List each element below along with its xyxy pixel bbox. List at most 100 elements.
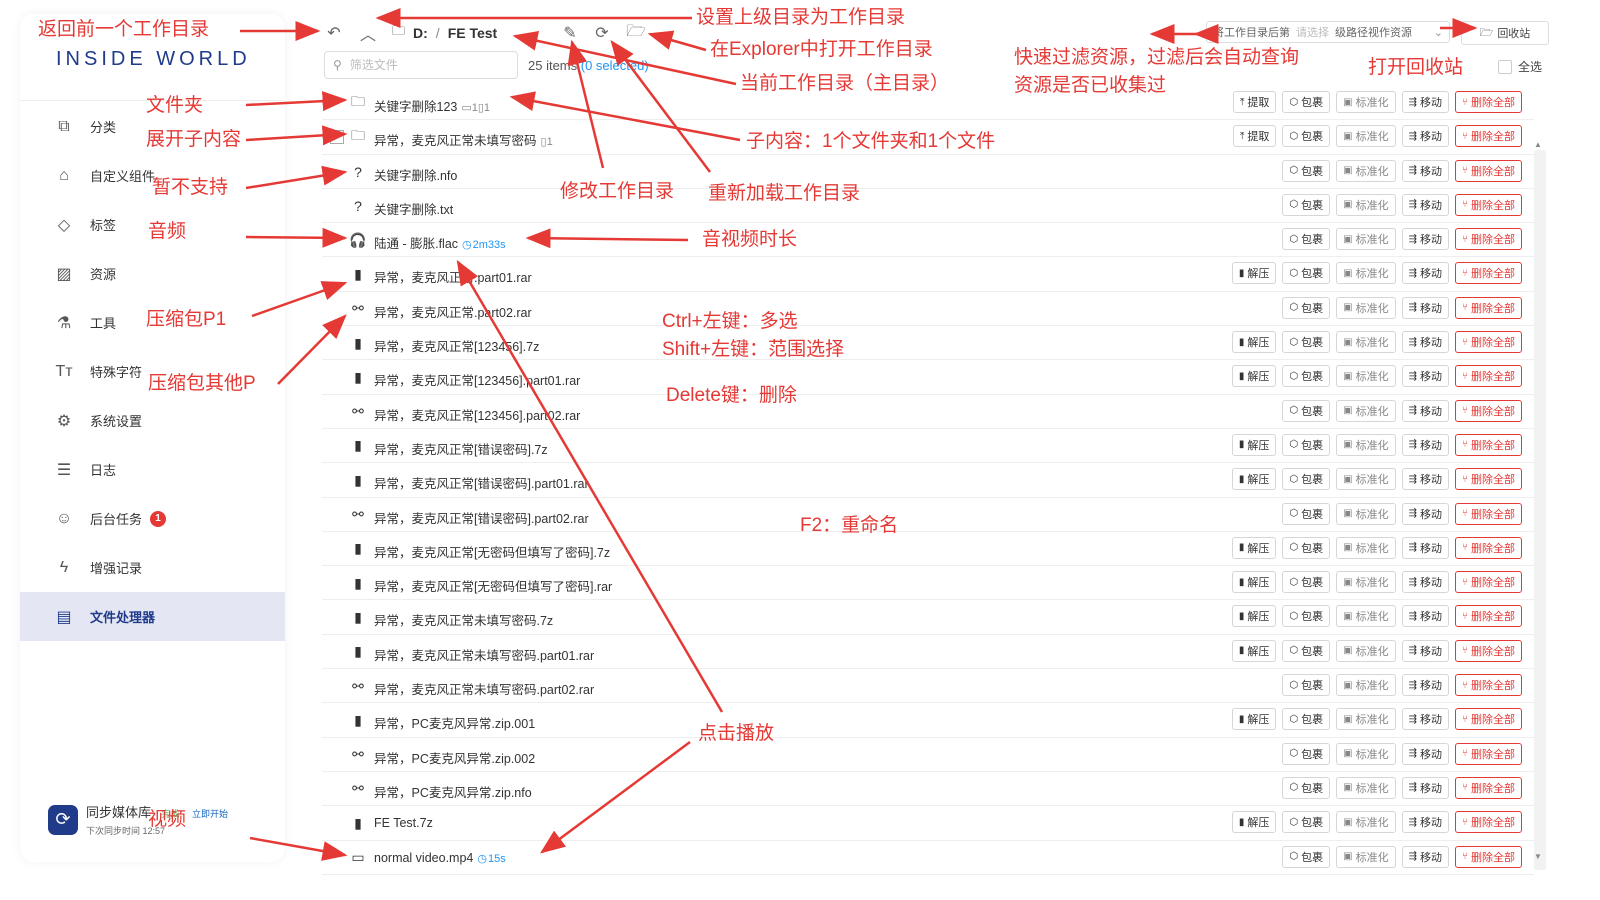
decompress-button[interactable]: ▮ 解压	[1231, 433, 1277, 456]
scroll-down-icon[interactable]: ▼	[1534, 852, 1542, 861]
pack-button[interactable]: ⬡ 包裹	[1282, 331, 1331, 354]
file-row[interactable]: ▮ 异常，麦克风正常[错误密码].7z ▮ 解压 ⬡ 包裹 ▣ 标准化 ⇶ 移动 ⑂ 删除全部	[322, 429, 1534, 464]
pack-button[interactable]: ⬡ 包裹	[1282, 262, 1331, 285]
standardize-button[interactable]: ▣ 标准化	[1336, 468, 1396, 491]
standardize-button[interactable]: ▣ 标准化	[1336, 228, 1396, 251]
standardize-button[interactable]: ▣ 标准化	[1336, 776, 1396, 799]
delete-all-button[interactable]: ⑂ 删除全部	[1455, 502, 1522, 525]
sidebar-item-6[interactable]: ⚙ 系统设置	[20, 396, 285, 445]
standardize-button[interactable]: ▣ 标准化	[1336, 331, 1396, 354]
pack-button[interactable]: ⬡ 包裹	[1282, 159, 1331, 182]
standardize-button[interactable]: ▣ 标准化	[1336, 193, 1396, 216]
move-button[interactable]: ⇶ 移动	[1401, 365, 1449, 388]
delete-all-button[interactable]: ⑂ 删除全部	[1455, 845, 1522, 868]
delete-all-button[interactable]: ⑂ 删除全部	[1455, 331, 1522, 354]
delete-all-button[interactable]: ⑂ 删除全部	[1455, 776, 1522, 799]
standardize-button[interactable]: ▣ 标准化	[1336, 811, 1396, 834]
standardize-button[interactable]: ▣ 标准化	[1336, 262, 1396, 285]
file-row[interactable]: ▮ 异常，PC麦克风异常.zip.001 ▮ 解压 ⬡ 包裹 ▣ 标准化 ⇶ 移动 ⑂ 删除全部	[322, 703, 1534, 738]
file-row[interactable]: ▮ 异常，麦克风正常[123456].part01.rar ▮ 解压 ⬡ 包裹 ▣ 标准化 ⇶ 移…	[322, 360, 1534, 395]
audio-icon[interactable]: 🎧	[349, 232, 366, 248]
move-button[interactable]: ⇶ 移动	[1401, 742, 1449, 765]
standardize-button[interactable]: ▣ 标准化	[1336, 639, 1396, 662]
pack-button[interactable]: ⬡ 包裹	[1282, 639, 1331, 662]
delete-all-button[interactable]: ⑂ 删除全部	[1455, 433, 1522, 456]
move-button[interactable]: ⇶ 移动	[1401, 708, 1449, 731]
breadcrumb-folder[interactable]: FE Test	[448, 25, 498, 41]
pack-button[interactable]: ⬡ 包裹	[1282, 296, 1331, 319]
decompress-button[interactable]: ▮ 解压	[1231, 365, 1277, 388]
standardize-button[interactable]: ▣ 标准化	[1336, 571, 1396, 594]
move-button[interactable]: ⇶ 移动	[1401, 811, 1449, 834]
decompress-button[interactable]: ▮ 解压	[1231, 639, 1277, 662]
standardize-button[interactable]: ▣ 标准化	[1336, 91, 1396, 113]
decompress-button[interactable]: ▮ 解压	[1231, 262, 1277, 285]
decompress-button[interactable]: ▮ 解压	[1231, 811, 1277, 834]
pack-button[interactable]: ⬡ 包裹	[1282, 811, 1331, 834]
move-button[interactable]: ⇶ 移动	[1401, 296, 1449, 319]
move-button[interactable]: ⇶ 移动	[1401, 639, 1449, 662]
pack-button[interactable]: ⬡ 包裹	[1282, 502, 1331, 525]
filter-input[interactable]	[347, 57, 502, 73]
move-button[interactable]: ⇶ 移动	[1401, 159, 1449, 182]
file-row[interactable]: 🎧 陆通 - 膨胀.flac ◷2m33s ⬡ 包裹 ▣ 标准化 ⇶ 移动 ⑂ 删除全部	[322, 223, 1534, 258]
file-row[interactable]: ▮ 异常，麦克风正常未填写密码.7z ▮ 解压 ⬡ 包裹 ▣ 标准化 ⇶ 移动 ⑂ 删除全部	[322, 600, 1534, 635]
standardize-button[interactable]: ▣ 标准化	[1336, 742, 1396, 765]
pack-button[interactable]: ⬡ 包裹	[1282, 91, 1331, 113]
standardize-button[interactable]: ▣ 标准化	[1336, 605, 1396, 628]
move-button[interactable]: ⇶ 移动	[1401, 468, 1449, 491]
reload-icon[interactable]: ⟳	[592, 22, 612, 44]
pack-button[interactable]: ⬡ 包裹	[1282, 708, 1331, 731]
delete-all-button[interactable]: ⑂ 删除全部	[1455, 742, 1522, 765]
standardize-button[interactable]: ▣ 标准化	[1336, 502, 1396, 525]
delete-all-button[interactable]: ⑂ 删除全部	[1455, 811, 1522, 834]
pack-button[interactable]: ⬡ 包裹	[1282, 845, 1331, 868]
move-button[interactable]: ⇶ 移动	[1401, 845, 1449, 868]
decompress-button[interactable]: ▮ 解压	[1231, 605, 1277, 628]
pack-button[interactable]: ⬡ 包裹	[1282, 742, 1331, 765]
standardize-button[interactable]: ▣ 标准化	[1336, 674, 1396, 697]
standardize-button[interactable]: ▣ 标准化	[1336, 536, 1396, 559]
move-button[interactable]: ⇶ 移动	[1401, 433, 1449, 456]
sync-start-link[interactable]: 立即开始	[192, 809, 228, 819]
pack-button[interactable]: ⬡ 包裹	[1282, 125, 1331, 148]
sidebar-item-8[interactable]: ☺ 后台任务 1	[20, 494, 285, 543]
file-row[interactable]: ▮ 异常，麦克风正常[无密码但填写了密码].rar ▮ 解压 ⬡ 包裹 ▣ 标准化 ⇶ 移动 ⑂ 删除…	[322, 566, 1534, 601]
delete-all-button[interactable]: ⑂ 删除全部	[1455, 91, 1522, 113]
move-button[interactable]: ⇶ 移动	[1401, 674, 1449, 697]
scroll-up-icon[interactable]: ▲	[1534, 140, 1542, 149]
pack-button[interactable]: ⬡ 包裹	[1282, 365, 1331, 388]
delete-all-button[interactable]: ⑂ 删除全部	[1455, 228, 1522, 251]
recycle-bin-button[interactable]: 🗁 回收站	[1461, 21, 1549, 45]
delete-all-button[interactable]: ⑂ 删除全部	[1455, 262, 1522, 285]
move-button[interactable]: ⇶ 移动	[1401, 605, 1449, 628]
extract-button[interactable]: ⤒ 提取	[1233, 125, 1277, 148]
pack-button[interactable]: ⬡ 包裹	[1282, 399, 1331, 422]
file-row[interactable]: ▮ FE Test.7z ▮ 解压 ⬡ 包裹 ▣ 标准化 ⇶ 移动 ⑂ 删除全部	[322, 806, 1534, 841]
decompress-button[interactable]: ▮ 解压	[1231, 708, 1277, 731]
pack-button[interactable]: ⬡ 包裹	[1282, 571, 1331, 594]
file-row[interactable]: ▭ normal video.mp4 ◷15s ⬡ 包裹 ▣ 标准化 ⇶ 移动 ⑂ 删除全部	[322, 841, 1534, 875]
delete-all-button[interactable]: ⑂ 删除全部	[1455, 536, 1522, 559]
delete-all-button[interactable]: ⑂ 删除全部	[1455, 639, 1522, 662]
move-button[interactable]: ⇶ 移动	[1401, 125, 1449, 148]
pack-button[interactable]: ⬡ 包裹	[1282, 468, 1331, 491]
breadcrumb-drive[interactable]: D:	[413, 25, 428, 41]
standardize-button[interactable]: ▣ 标准化	[1336, 433, 1396, 456]
file-row[interactable]: ▮ 异常，麦克风正常[错误密码].part01.rar ▮ 解压 ⬡ 包裹 ▣ 标准化 ⇶ 移动 ⑂…	[322, 463, 1534, 498]
pack-button[interactable]: ⬡ 包裹	[1282, 433, 1331, 456]
file-row[interactable]: ⚯ 异常，麦克风正常.part02.rar ⬡ 包裹 ▣ 标准化 ⇶ 移动 ⑂ 删除全部	[322, 292, 1534, 327]
file-row[interactable]: ⚯ 异常，麦克风正常[错误密码].part02.rar ⬡ 包裹 ▣ 标准化 ⇶ 移动 ⑂ 删除全…	[322, 498, 1534, 532]
filter-box[interactable]: ⚲	[324, 51, 518, 79]
move-button[interactable]: ⇶ 移动	[1401, 571, 1449, 594]
sidebar-item-7[interactable]: ☰ 日志	[20, 445, 285, 494]
select-all-checkbox[interactable]	[1498, 59, 1512, 74]
delete-all-button[interactable]: ⑂ 删除全部	[1455, 571, 1522, 594]
file-row[interactable]: ▮ 异常，麦克风正常未填写密码.part01.rar ▮ 解压 ⬡ 包裹 ▣ 标准化 ⇶ 移动 ⑂ 删…	[322, 635, 1534, 670]
move-button[interactable]: ⇶ 移动	[1401, 502, 1449, 525]
delete-all-button[interactable]: ⑂ 删除全部	[1455, 193, 1522, 216]
edit-wd-icon[interactable]: ✎	[560, 22, 580, 44]
pack-button[interactable]: ⬡ 包裹	[1282, 193, 1331, 216]
move-button[interactable]: ⇶ 移动	[1401, 399, 1449, 422]
expand-icon[interactable]: +	[330, 130, 344, 145]
